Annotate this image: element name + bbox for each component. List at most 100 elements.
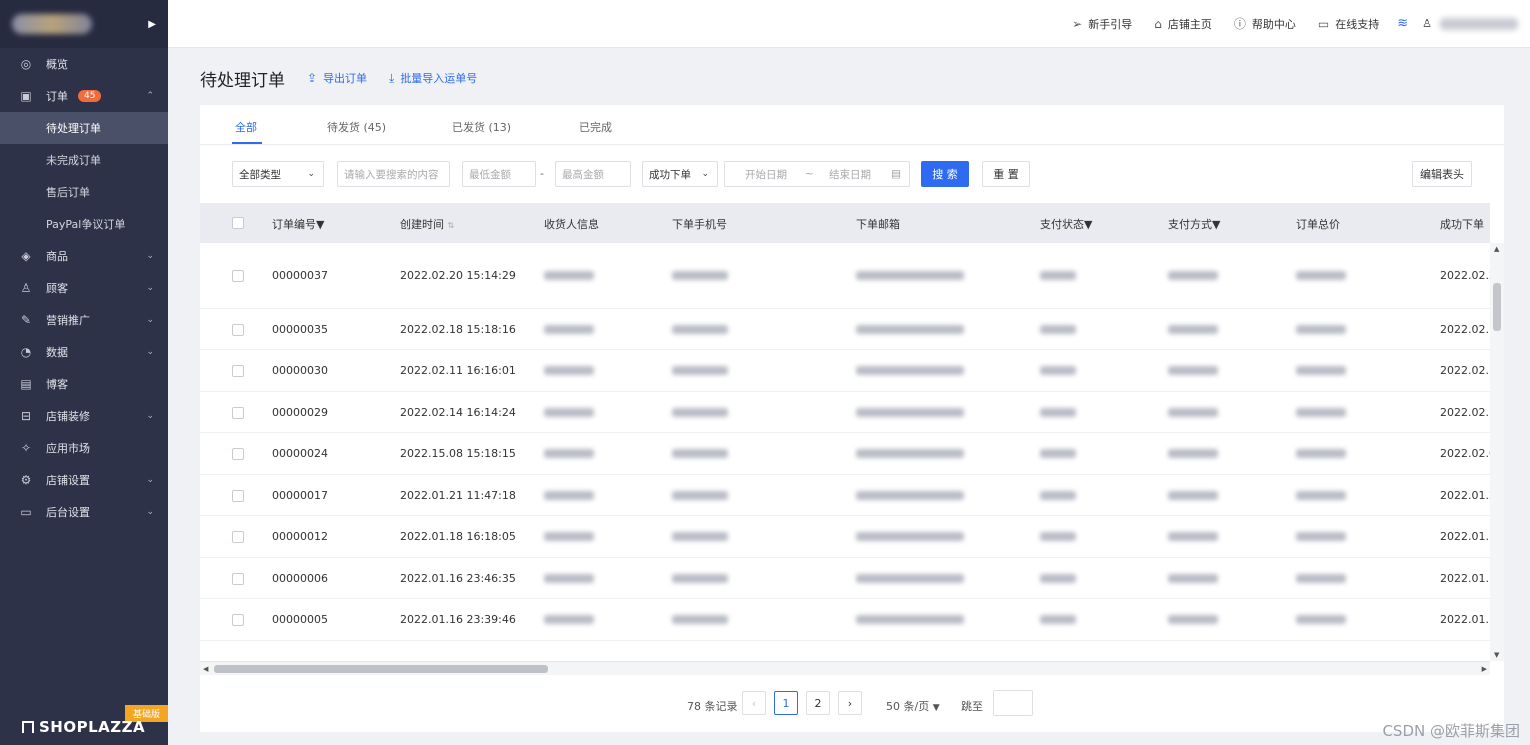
max-amount-input[interactable]: 最高金额 <box>555 161 631 187</box>
tab-all[interactable]: 全部 <box>235 119 257 135</box>
redacted-cell <box>856 574 964 583</box>
sidebar-item[interactable]: ⊟ 店铺装修 ⌄ <box>0 400 168 432</box>
redacted-cell <box>672 366 728 375</box>
col-payment-status[interactable]: 支付状态▼ <box>1040 216 1092 232</box>
page-size-select[interactable]: 50 条/页 ▼ <box>886 698 940 714</box>
page-2-button[interactable]: 2 <box>806 691 830 715</box>
order-id-cell[interactable]: 00000037 <box>272 269 328 282</box>
redacted-cell <box>1296 408 1346 417</box>
reset-button[interactable]: 重 置 <box>982 161 1030 187</box>
order-id-cell[interactable]: 00000012 <box>272 530 328 543</box>
store-home-link[interactable]: ⌂ 店铺主页 <box>1154 16 1212 32</box>
row-checkbox[interactable] <box>232 531 244 543</box>
table-row[interactable]: 00000029 2022.02.14 16:14:24 2022.02.11 <box>200 392 1490 433</box>
sidebar-subitem[interactable]: 售后订单 <box>0 176 168 208</box>
order-id-cell[interactable]: 00000035 <box>272 323 328 336</box>
horizontal-scrollbar[interactable]: ◀ ▶ <box>200 661 1490 675</box>
help-center-link[interactable]: ⓘ 帮助中心 <box>1234 15 1296 32</box>
row-checkbox[interactable] <box>232 448 244 460</box>
next-page-button[interactable]: › <box>838 691 862 715</box>
table-row[interactable]: 00000024 2022.15.08 15:18:15 2022.02.08 <box>200 433 1490 475</box>
table-row[interactable]: 00000017 2022.01.21 11:47:18 2022.01.21 <box>200 475 1490 516</box>
row-checkbox[interactable] <box>232 490 244 502</box>
order-id-cell[interactable]: 00000006 <box>272 572 328 585</box>
horizontal-scroll-thumb[interactable] <box>214 665 548 673</box>
tab-completed[interactable]: 已完成 <box>579 119 612 135</box>
sidebar-item[interactable]: ▤ 博客 <box>0 368 168 400</box>
success-time-cell: 2022.02.11 <box>1440 406 1490 419</box>
sidebar-item[interactable]: ◈ 商品 ⌄ <box>0 240 168 272</box>
redacted-cell <box>1296 449 1346 458</box>
help-label: 帮助中心 <box>1251 17 1296 31</box>
scroll-down-icon[interactable]: ▼ <box>1494 651 1499 659</box>
sidebar-subitem[interactable]: PayPal争议订单 <box>0 208 168 240</box>
sidebar-item[interactable]: ✧ 应用市场 <box>0 432 168 464</box>
col-created[interactable]: 创建时间 ⇅ <box>400 216 454 232</box>
app-market-icon: ✧ <box>20 441 32 455</box>
search-input[interactable]: 请输入要搜索的内容 <box>337 161 450 187</box>
export-orders-button[interactable]: ⇪ 导出订单 <box>307 70 367 86</box>
table-row[interactable]: 00000005 2022.01.16 23:39:46 2022.01.16 <box>200 599 1490 641</box>
table-row[interactable]: 00000035 2022.02.18 15:18:16 2022.02.18 <box>200 309 1490 350</box>
min-amount-input[interactable]: 最低金额 <box>462 161 536 187</box>
prev-page-button[interactable]: ‹ <box>742 691 766 715</box>
vertical-scroll-thumb[interactable] <box>1493 283 1501 331</box>
type-select[interactable]: 全部类型 ⌄ <box>232 161 324 187</box>
sidebar-item[interactable]: ♙ 顾客 ⌄ <box>0 272 168 304</box>
guide-link[interactable]: ➢ 新手引导 <box>1072 16 1132 32</box>
table-row[interactable]: 00000006 2022.01.16 23:46:35 2022.01.16 <box>200 558 1490 599</box>
row-checkbox[interactable] <box>232 270 244 282</box>
scroll-up-icon[interactable]: ▲ <box>1494 245 1499 253</box>
store-switcher[interactable]: ▶ <box>0 0 168 48</box>
order-id-cell[interactable]: 00000024 <box>272 447 328 460</box>
tab-pending-shipment[interactable]: 待发货 (45) <box>327 119 386 135</box>
chevron-down-icon: ⌄ <box>146 315 154 325</box>
data-icon: ◔ <box>20 345 32 359</box>
jump-page-input[interactable] <box>993 690 1033 716</box>
col-payment-method[interactable]: 支付方式▼ <box>1168 216 1220 232</box>
table-row[interactable]: 00000030 2022.02.11 16:16:01 2022.02.11 <box>200 350 1490 392</box>
redacted-cell <box>856 615 964 624</box>
scroll-right-icon[interactable]: ▶ <box>1482 665 1487 673</box>
sidebar-item[interactable]: ▭ 后台设置 ⌄ <box>0 496 168 528</box>
date-range-picker[interactable]: 开始日期 ~ 结束日期 ▤ <box>724 161 910 187</box>
row-checkbox[interactable] <box>232 573 244 585</box>
online-support-link[interactable]: ▭ 在线支持 <box>1318 16 1379 32</box>
caret-right-icon[interactable]: ▶ <box>148 19 156 30</box>
row-checkbox[interactable] <box>232 614 244 626</box>
vertical-scrollbar[interactable]: ▲ ▼ <box>1490 243 1504 661</box>
chevron-down-icon: ⌄ <box>146 347 154 357</box>
redacted-cell <box>1168 615 1218 624</box>
table-row[interactable]: 00000012 2022.01.18 16:18:05 2022.01.18 <box>200 516 1490 558</box>
order-id-cell[interactable]: 00000005 <box>272 613 328 626</box>
sidebar-item-label: 概览 <box>46 58 68 71</box>
table-row[interactable]: 00000037 2022.02.20 15:14:29 2022.02.20 <box>200 243 1490 309</box>
row-checkbox[interactable] <box>232 407 244 419</box>
order-id-cell[interactable]: 00000030 <box>272 364 328 377</box>
sidebar-item[interactable]: ⚙ 店铺设置 ⌄ <box>0 464 168 496</box>
tab-shipped[interactable]: 已发货 (13) <box>452 119 511 135</box>
page-1-button[interactable]: 1 <box>774 691 798 715</box>
scroll-left-icon[interactable]: ◀ <box>203 665 208 673</box>
status-select[interactable]: 成功下单 ⌄ <box>642 161 718 187</box>
sidebar-subitem[interactable]: 待处理订单 <box>0 112 168 144</box>
sidebar-item[interactable]: ◔ 数据 ⌄ <box>0 336 168 368</box>
table-body: 000000372022.02.20 15:14:292022.02.20000… <box>200 243 1490 661</box>
user-icon[interactable]: ♙ <box>1422 17 1432 30</box>
search-button[interactable]: 搜 索 <box>921 161 969 187</box>
sidebar-item[interactable]: ▣ 订单 45 ⌃ <box>0 80 168 112</box>
sidebar-item[interactable]: ✎ 营销推广 ⌄ <box>0 304 168 336</box>
row-checkbox[interactable] <box>232 324 244 336</box>
sidebar-item[interactable]: ◎ 概览 <box>0 48 168 80</box>
redacted-cell <box>672 408 728 417</box>
select-all-checkbox[interactable] <box>232 217 244 229</box>
edit-header-button[interactable]: 编辑表头 <box>1412 161 1472 187</box>
order-id-cell[interactable]: 00000029 <box>272 406 328 419</box>
user-name[interactable] <box>1440 17 1518 30</box>
sidebar-subitem[interactable]: 未完成订单 <box>0 144 168 176</box>
import-tracking-button[interactable]: ⤓ 批量导入运单号 <box>389 70 477 86</box>
search-placeholder: 请输入要搜索的内容 <box>344 168 439 181</box>
order-id-cell[interactable]: 00000017 <box>272 489 328 502</box>
row-checkbox[interactable] <box>232 365 244 377</box>
col-order-id[interactable]: 订单编号▼ <box>272 216 324 232</box>
